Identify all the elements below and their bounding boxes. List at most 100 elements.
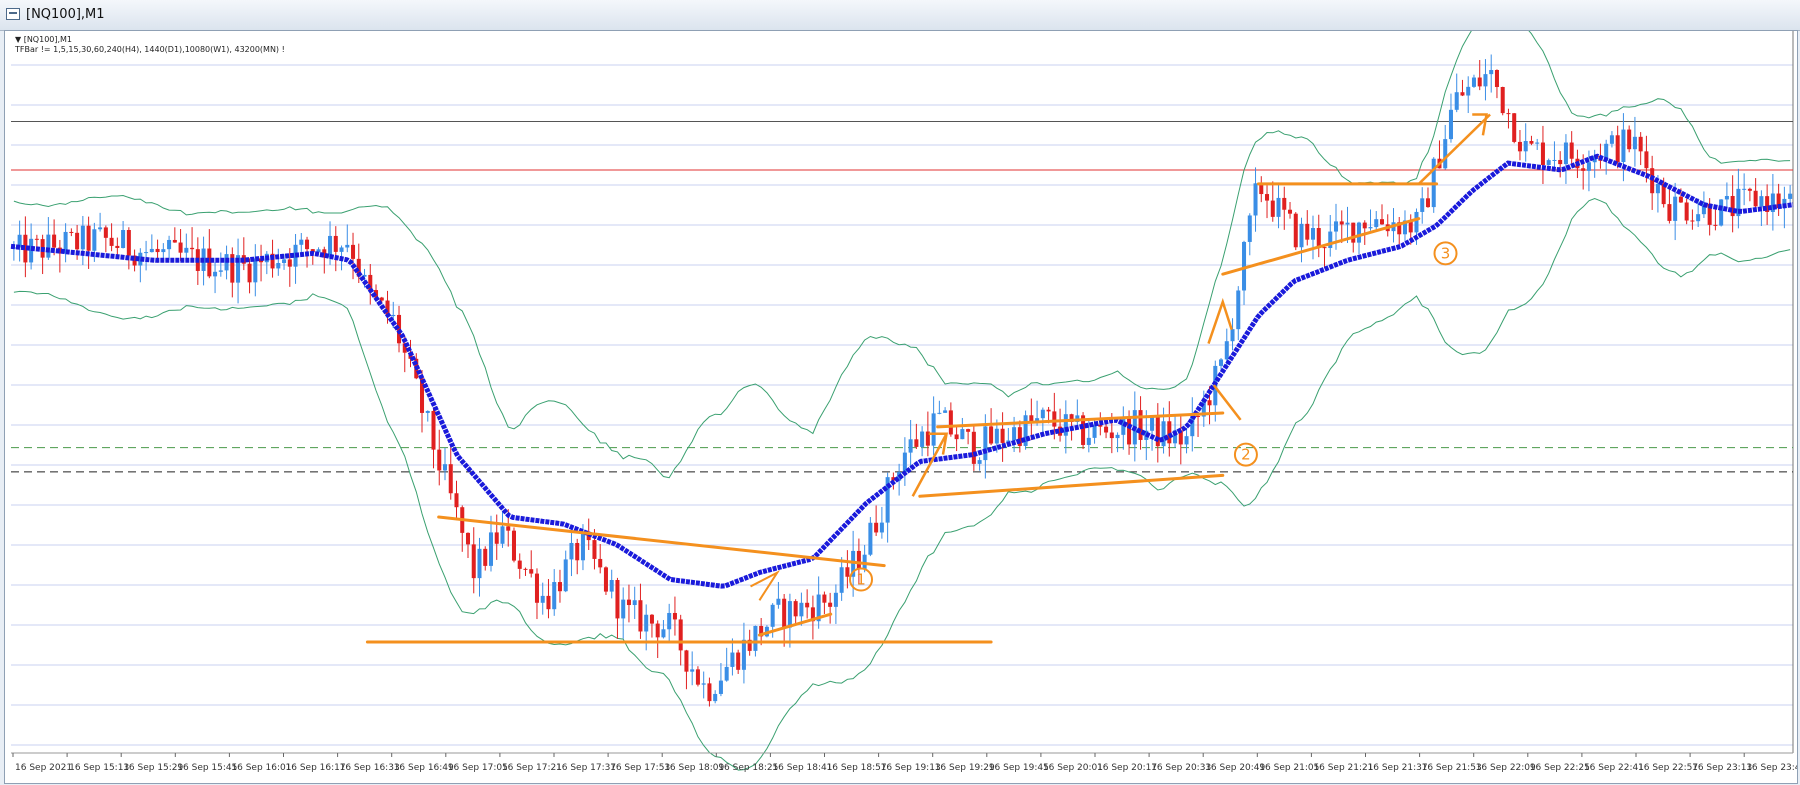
time-tick-label: 16 Sep 16:01 (231, 763, 291, 773)
bollinger-lower-band (13, 197, 1791, 771)
candle-body (615, 579, 620, 619)
candle-body (1420, 198, 1425, 212)
moving-average-line (10, 153, 1794, 589)
candle-body (1362, 222, 1367, 229)
candle-body (552, 582, 557, 610)
candle-body (1104, 426, 1109, 433)
candle-body (454, 493, 459, 508)
candle-body (1322, 247, 1327, 249)
candle-body (155, 248, 160, 253)
candle-body (1581, 168, 1586, 171)
chart-window-titlebar[interactable]: [NQ100],M1 (0, 0, 1800, 31)
candle-body (276, 263, 281, 269)
time-tick-label: 16 Sep 17:53 (610, 763, 670, 773)
candle-body (477, 548, 482, 579)
candle-body (1483, 74, 1488, 87)
candle-body (879, 522, 884, 533)
candle-body (1138, 410, 1143, 440)
candle-body (845, 567, 850, 577)
candle-body (609, 579, 614, 592)
candle-body (684, 650, 689, 672)
candle-body (506, 526, 511, 531)
time-tick-label: 16 Sep 23:44 (1746, 763, 1797, 773)
candle-body (167, 239, 172, 250)
candle-body (1512, 113, 1517, 142)
candle-body (1788, 193, 1793, 199)
candle-body (534, 573, 539, 603)
candle-body (580, 532, 585, 561)
candle-body (80, 225, 85, 250)
candle-body (1230, 329, 1235, 342)
candle-body (1236, 290, 1241, 330)
candle-body (1276, 197, 1281, 217)
candle-body (1345, 222, 1350, 225)
candle-body (161, 249, 166, 253)
candle-body (569, 542, 574, 560)
candle-body (1667, 204, 1672, 221)
candle-body (247, 263, 252, 283)
candle-body (1684, 202, 1689, 221)
candle-body (1247, 215, 1252, 242)
terminal-window: [NQ100],M1 1 2 3 16 Sep 2021 16 Sep 15:13 16 … (0, 0, 1800, 785)
candle-body (1333, 221, 1339, 232)
candle-body (937, 412, 942, 414)
candle-body (546, 595, 551, 610)
candle-body (1448, 109, 1453, 140)
candle-body (1540, 142, 1545, 165)
time-tick-label: 16 Sep 19:45 (989, 763, 1049, 773)
candle-body (741, 639, 746, 670)
candle-body (1339, 221, 1344, 225)
candle-body (695, 669, 700, 685)
candle-body (184, 247, 189, 253)
candle-body (563, 559, 568, 592)
candle-body (828, 602, 833, 607)
candle-body (1489, 69, 1494, 75)
candle-body (1219, 359, 1224, 366)
candle-body (1615, 135, 1620, 163)
time-tick-label: 16 Sep 20:01 (1043, 763, 1103, 773)
candle-body (529, 569, 534, 574)
candle-body (1460, 92, 1465, 96)
candle-body (736, 652, 741, 670)
candle-body (730, 652, 735, 667)
candle-body (540, 595, 545, 603)
candle-body (822, 594, 827, 603)
candle-body (218, 270, 223, 272)
candle-body (299, 239, 304, 245)
candle-body (149, 248, 154, 253)
candle-body (1224, 341, 1229, 360)
time-tick-label: 16 Sep 21:53 (1422, 763, 1482, 773)
price-chart[interactable]: 12316 Sep 202116 Sep 15:1316 Sep 15:2916… (5, 31, 1797, 783)
time-tick-label: 16 Sep 21:21 (1313, 763, 1373, 773)
candle-body (1196, 415, 1201, 417)
candle-body (1621, 129, 1626, 163)
candle-body (1316, 228, 1321, 248)
candle-body (994, 428, 999, 444)
candle-body (1558, 159, 1563, 165)
candle-body (1109, 432, 1114, 439)
channel-support-line (918, 473, 1225, 498)
candle-body (1609, 135, 1614, 144)
candle-body (253, 258, 258, 283)
candle-body (644, 614, 649, 632)
candle-body (1494, 69, 1499, 88)
candle-body (856, 550, 861, 570)
candle-body (282, 259, 287, 264)
time-tick-label: 16 Sep 17:37 (556, 763, 616, 773)
candle-body (839, 567, 844, 593)
candle-body (488, 532, 494, 566)
time-tick-label: 16 Sep 20:17 (1097, 763, 1157, 773)
candle-body (592, 540, 597, 559)
candle-body (500, 526, 505, 544)
annotation-label: 1 (856, 571, 866, 589)
annotation-label: 3 (1441, 244, 1451, 262)
chart-area[interactable]: 1 2 3 16 Sep 2021 16 Sep 15:13 16 Sep 15:29 16… (4, 30, 1798, 784)
candle-body (678, 619, 683, 651)
candle-body (1086, 437, 1091, 445)
candle-body (1517, 141, 1522, 152)
candle-body (1466, 86, 1471, 96)
candle-body (333, 235, 338, 252)
candle-body (1000, 428, 1005, 443)
candle-body (511, 530, 516, 561)
candle-body (287, 259, 292, 267)
